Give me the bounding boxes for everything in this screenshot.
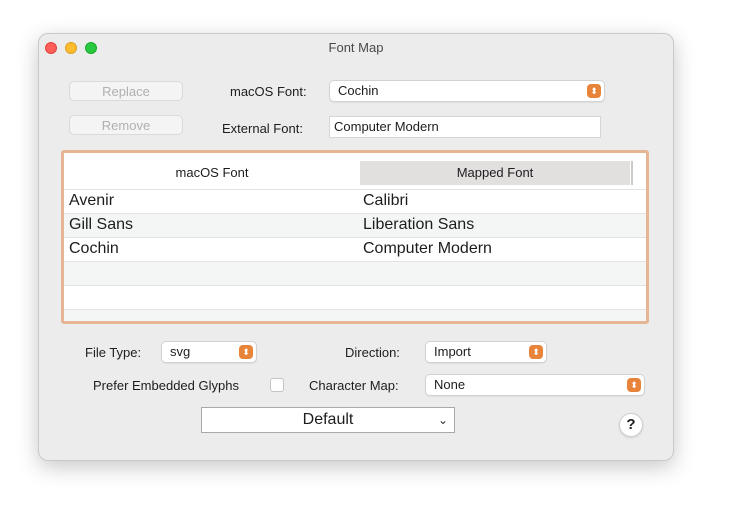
column-header-macos-font[interactable]: macOS Font [64,161,360,185]
file-type-value: svg [170,344,191,359]
table-row[interactable]: Avenir Calibri [64,189,646,213]
character-map-label: Character Map: [309,378,399,393]
character-map-popup[interactable]: None ⬍ [425,374,645,396]
popup-stepper-icon: ⬍ [627,378,641,392]
remove-button[interactable]: Remove [69,115,183,135]
window-title: Font Map [328,40,384,55]
font-map-table: macOS Font Mapped Font Avenir Calibri Gi… [61,150,649,324]
prefer-embedded-glyphs-checkbox[interactable] [270,378,284,392]
table-row[interactable]: Cochin Computer Modern [64,237,646,261]
chevron-down-icon: ⌄ [437,413,448,427]
empty-row [64,285,646,309]
popup-stepper-icon: ⬍ [239,345,253,359]
popup-stepper-icon: ⬍ [587,84,601,98]
preset-select[interactable]: Default ⌄ [201,407,455,433]
external-font-field[interactable]: Computer Modern [329,116,601,138]
font-map-window: Font Map Replace Remove macOS Font: Coch… [38,33,674,461]
preset-value: Default [302,411,354,428]
help-button[interactable]: ? [619,413,643,437]
character-map-value: None [434,377,466,392]
cell-mapped-font: Calibri [363,192,409,209]
prefer-embedded-glyphs-label: Prefer Embedded Glyphs [93,378,239,393]
empty-row [64,309,646,321]
file-type-popup[interactable]: svg ⬍ [161,341,257,363]
title-bar: Font Map [39,34,673,62]
table-row[interactable]: Gill Sans Liberation Sans [64,213,646,237]
macos-font-popup[interactable]: Cochin ⬍ [329,80,605,102]
cell-macos-font: Gill Sans [69,216,134,233]
cell-macos-font: Avenir [69,192,115,209]
macos-font-value: Cochin [338,83,379,98]
column-header-mapped-font[interactable]: Mapped Font [360,161,630,185]
cell-mapped-font: Liberation Sans [363,216,475,233]
popup-stepper-icon: ⬍ [529,345,543,359]
column-separator [631,161,633,185]
direction-label: Direction: [345,345,400,360]
cell-mapped-font: Computer Modern [363,240,492,257]
macos-font-label: macOS Font: [230,84,307,99]
file-type-label: File Type: [85,345,142,360]
empty-row [64,261,646,285]
replace-button[interactable]: Replace [69,81,183,101]
cell-macos-font: Cochin [69,240,119,257]
direction-value: Import [434,344,471,359]
direction-popup[interactable]: Import ⬍ [425,341,547,363]
external-font-label: External Font: [222,121,303,136]
